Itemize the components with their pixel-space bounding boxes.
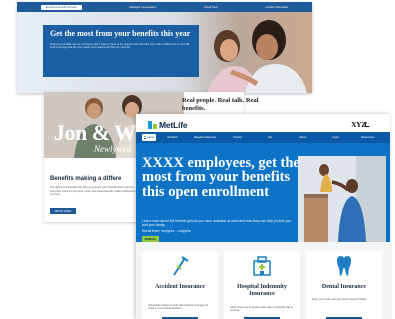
hero-title: XXXX employees, get the most from your b… (142, 155, 300, 200)
video-subtitle: Newlywed (94, 144, 131, 154)
nav-home[interactable]: Home (142, 134, 156, 141)
site-header: MetLife XYZ (136, 114, 390, 132)
metlife-logo-icon (148, 121, 157, 129)
nav-item-overview[interactable]: Employee benefit overview (40, 4, 82, 10)
promo-title: Get the most from your benefits this yea… (50, 29, 191, 38)
nav-item-contact[interactable]: Contact Information (266, 6, 289, 9)
accident-insurance-card[interactable]: Accident Insurance A financial cushion t… (142, 251, 218, 319)
father-child-photo (298, 156, 386, 242)
home-icon (143, 136, 147, 140)
nav-resources[interactable]: Resources (351, 136, 384, 139)
metlife-logo[interactable]: MetLife (148, 120, 188, 130)
family-photo (207, 20, 307, 93)
hospital-indemnity-card[interactable]: Hospital Indemnity Insurance Helps cover… (224, 251, 300, 319)
section-heading: Benefits making a differe (50, 176, 122, 182)
enroll-dates: Enroll from: xx/yy/zz – xx/yy/zz (142, 229, 191, 233)
nav-life[interactable]: Life (254, 136, 287, 139)
section-text: The right set of benefits can help you p… (50, 186, 138, 196)
main-nav: Home Accident Hospital Indemnity Dental … (136, 132, 390, 143)
nav-item-tours[interactable]: Virtual Tours (204, 6, 218, 9)
accident-title: Accident Insurance (155, 284, 205, 290)
hospital-icon (253, 256, 271, 276)
top-preview-nav: Employee benefit overview Managed Conver… (17, 2, 312, 12)
crutch-icon (173, 256, 189, 276)
nav-vision[interactable]: Vision (286, 136, 319, 139)
real-people-heading: Real people. Real talk. Real benefits. (182, 97, 259, 112)
promo-box: Get the most from your benefits this yea… (43, 25, 199, 77)
employer-logo-icon (364, 122, 371, 127)
watch-video-button[interactable]: WATCH VIDEO (50, 208, 76, 214)
promo-text: Choosing benefits can be confusing. But … (50, 42, 191, 49)
hero-subtitle: Learn more about the benefit options you… (142, 219, 291, 228)
metlife-wordmark: MetLife (159, 120, 188, 130)
dental-text: Keep your smile and your teeth covered h… (312, 298, 367, 301)
accident-text: A financial cushion to help with medical… (148, 304, 209, 311)
tooth-icon (337, 256, 351, 276)
hospital-text: Helps cover out-of-pocket costs when a h… (230, 306, 294, 313)
nav-legal[interactable]: Legal (319, 136, 352, 139)
hospital-title: Hospital Indemnity Insurance (237, 284, 287, 297)
nav-item-conversation[interactable]: Managed Conversation (129, 6, 156, 9)
metlife-landing-page: MetLife XYZ Home Accident Hospital Indem… (136, 114, 390, 319)
enroll-button[interactable]: ENROLL (142, 236, 159, 242)
nav-hospital-indemnity[interactable]: Hospital Indemnity (189, 136, 222, 139)
dental-insurance-card[interactable]: Dental Insurance Keep your smile and you… (306, 251, 382, 319)
nav-accident[interactable]: Accident (156, 136, 189, 139)
nav-home-label: Home (147, 136, 155, 139)
dental-title: Dental Insurance (321, 284, 367, 290)
nav-dental[interactable]: Dental (221, 136, 254, 139)
benefits-page-preview-top: Employee benefit overview Managed Conver… (17, 2, 312, 93)
